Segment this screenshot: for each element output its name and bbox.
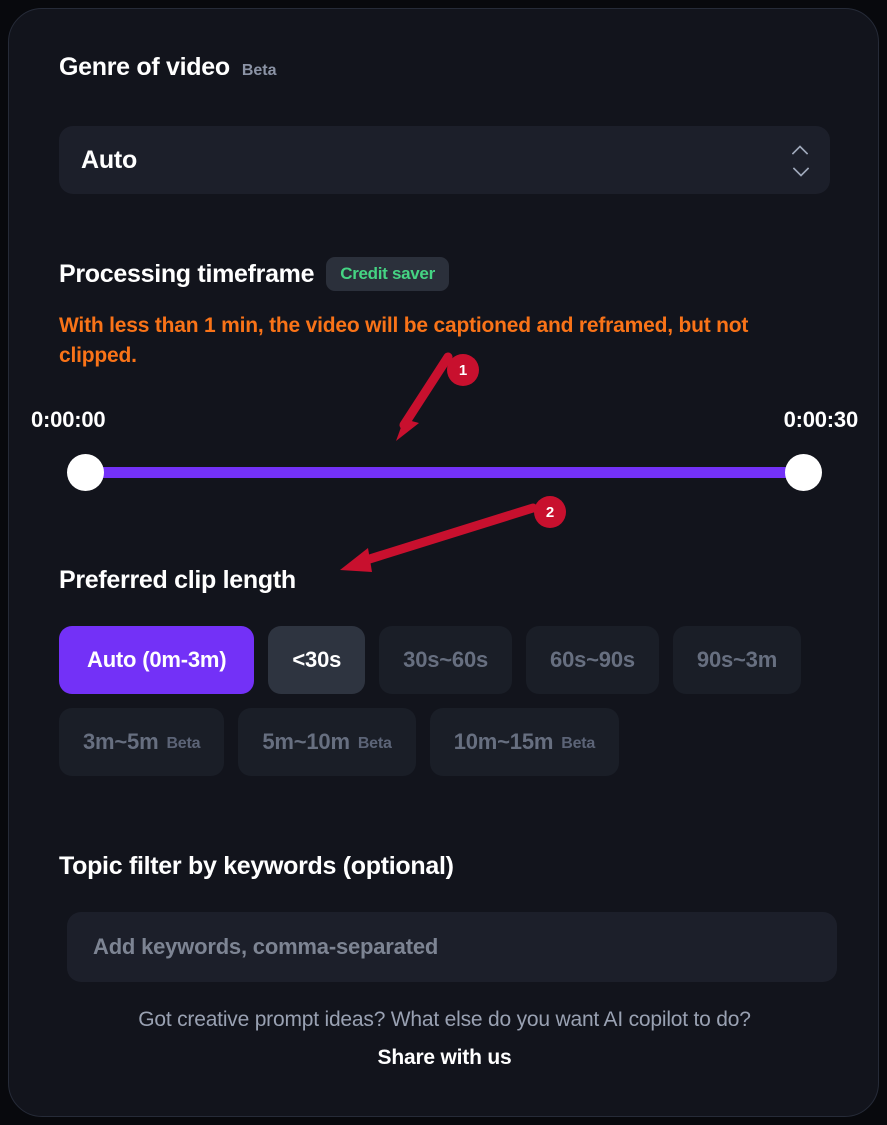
timeframe-warning-text: With less than 1 min, the video will be … <box>59 314 749 368</box>
settings-panel: Genre of video Beta Auto Processing time… <box>8 8 879 1117</box>
genre-beta-tag: Beta <box>241 61 277 79</box>
clip-length-option-beta: Beta <box>561 735 596 752</box>
slider-start-label: 0:00:00 <box>31 407 106 432</box>
keywords-heading: Topic filter by keywords (optional) <box>59 852 454 881</box>
clip-length-option-beta: Beta <box>166 735 201 752</box>
genre-select[interactable]: Auto <box>59 126 830 194</box>
timeframe-slider[interactable]: 0:00:00 0:00:30 <box>31 407 858 492</box>
clip-length-option-beta: Beta <box>357 735 392 752</box>
clip-length-heading: Preferred clip length <box>59 566 296 595</box>
clip-length-option-label: 30s~60s <box>403 647 489 672</box>
timeframe-heading: Processing timeframe Credit saver <box>59 257 830 291</box>
slider-track[interactable] <box>85 467 804 478</box>
genre-heading: Genre of video Beta <box>59 53 830 82</box>
clip-length-option[interactable]: Auto (0m-3m) <box>59 626 255 694</box>
clip-length-option-label: 5m~10m <box>262 729 350 754</box>
genre-stepper[interactable] <box>793 147 808 174</box>
genre-select-wrap: Auto <box>59 126 830 194</box>
processing-timeframe-section: Processing timeframe Credit saver With l… <box>9 257 878 372</box>
clip-length-option[interactable]: 3m~5m Beta <box>59 708 225 776</box>
slider-handle-end[interactable] <box>785 454 822 491</box>
clip-length-option-label: 3m~5m <box>83 729 159 754</box>
genre-section: Genre of video Beta Auto <box>9 53 878 194</box>
clip-length-option[interactable]: 60s~90s <box>526 626 659 694</box>
keywords-heading-text: Topic filter by keywords (optional) <box>59 852 454 880</box>
slider-rail[interactable] <box>31 454 858 492</box>
footer: Got creative prompt ideas? What else do … <box>9 1008 878 1070</box>
clip-length-options: Auto (0m-3m) <30s 30s~60s 60s~90s 90s~3m… <box>59 626 839 776</box>
clip-length-heading-text: Preferred clip length <box>59 566 296 594</box>
app-screen: Genre of video Beta Auto Processing time… <box>0 0 887 1125</box>
keywords-input[interactable] <box>67 912 837 982</box>
share-with-us-link[interactable]: Share with us <box>378 1046 512 1070</box>
genre-selected-value: Auto <box>81 145 138 174</box>
clip-length-option[interactable]: 90s~3m <box>672 626 802 694</box>
clip-length-option-label: 10m~15m <box>453 729 554 754</box>
footer-question: Got creative prompt ideas? What else do … <box>138 1008 751 1031</box>
slider-handle-start[interactable] <box>67 454 104 491</box>
clip-length-option[interactable]: 30s~60s <box>379 626 513 694</box>
clip-length-option-label: 60s~90s <box>550 647 635 672</box>
clip-length-option-label: <30s <box>292 647 342 672</box>
clip-length-option[interactable]: 10m~15m Beta <box>429 708 620 776</box>
clip-length-option[interactable]: 5m~10m Beta <box>238 708 416 776</box>
clip-length-option-label: Auto (0m-3m) <box>87 647 227 672</box>
timeframe-heading-text: Processing timeframe <box>59 259 315 288</box>
clip-length-option[interactable]: <30s <box>268 626 366 694</box>
chevron-up-icon[interactable] <box>793 147 808 156</box>
slider-end-label: 0:00:30 <box>783 407 859 432</box>
credit-saver-badge: Credit saver <box>326 257 449 291</box>
clip-length-option-label: 90s~3m <box>696 647 778 672</box>
genre-heading-text: Genre of video <box>59 53 230 81</box>
chevron-down-icon[interactable] <box>793 165 808 174</box>
slider-labels: 0:00:00 0:00:30 <box>31 407 858 433</box>
